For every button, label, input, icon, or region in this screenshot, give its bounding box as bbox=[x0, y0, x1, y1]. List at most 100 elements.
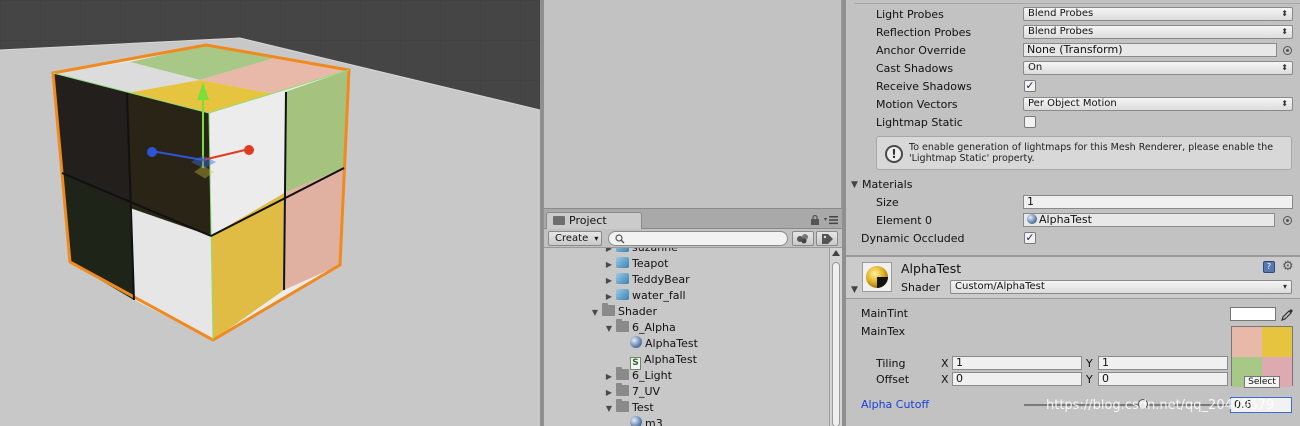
tiling-y-field[interactable]: 1 bbox=[1098, 356, 1228, 370]
offset-y-field[interactable]: 0 bbox=[1098, 372, 1228, 386]
tiling-x-label: X bbox=[941, 357, 949, 370]
help-text: To enable generation of lightmaps for th… bbox=[909, 142, 1274, 164]
element0-label: Element 0 bbox=[876, 214, 933, 227]
dropdown-arrows-icon: ⬍ bbox=[1281, 27, 1288, 36]
tiling-x-field[interactable]: 1 bbox=[952, 356, 1082, 370]
project-panel: Project Create ▾ ▶ ▶ Teapot ▶ TeddyBear … bbox=[544, 208, 842, 426]
filter-by-label-button[interactable] bbox=[816, 231, 838, 246]
alpha-cutoff-label: Alpha Cutoff bbox=[861, 398, 930, 411]
material-foldout-icon[interactable]: ▼ bbox=[851, 285, 858, 295]
object-picker-icon[interactable] bbox=[1283, 216, 1292, 225]
folder-icon bbox=[553, 216, 565, 225]
tree-item[interactable]: S AlphaTest bbox=[618, 352, 697, 370]
folder-icon bbox=[616, 399, 629, 412]
tree-item[interactable]: ▶suzanne bbox=[604, 248, 678, 256]
reflection-probes-value: Blend Probes bbox=[1028, 26, 1094, 37]
tiling-label: Tiling bbox=[876, 357, 906, 370]
lock-icon[interactable] bbox=[810, 215, 820, 225]
expand-arrow-icon[interactable]: ▶ bbox=[604, 273, 614, 289]
dynamic-occluded-checkbox[interactable]: ✓ bbox=[1024, 232, 1036, 244]
materials-foldout-icon[interactable]: ▼ bbox=[851, 180, 858, 190]
search-input[interactable] bbox=[608, 231, 788, 246]
lighting-section-header[interactable] bbox=[854, 0, 1300, 4]
tree-item[interactable]: m3 bbox=[618, 416, 663, 426]
tab-project-label: Project bbox=[569, 214, 607, 227]
element0-value: AlphaTest bbox=[1039, 213, 1092, 226]
offset-y-label: Y bbox=[1086, 373, 1093, 386]
create-dropdown-button[interactable]: Create ▾ bbox=[548, 231, 602, 246]
tree-item[interactable]: ▶ 7_UV bbox=[604, 383, 660, 401]
reflection-probes-label: Reflection Probes bbox=[876, 26, 972, 39]
tab-project[interactable]: Project bbox=[546, 212, 642, 229]
dropdown-arrows-icon: ⬍ bbox=[1281, 9, 1288, 18]
project-tree[interactable]: ▶suzanne ▶Teapot ▶TeddyBear ▶water_fall … bbox=[544, 248, 828, 426]
lightmap-static-checkbox[interactable] bbox=[1024, 116, 1036, 128]
filter-by-type-button[interactable] bbox=[792, 231, 814, 246]
folder-icon bbox=[616, 367, 629, 380]
cast-shadows-dropdown[interactable]: On ⬍ bbox=[1023, 61, 1293, 75]
expand-arrow-icon[interactable]: ▶ bbox=[604, 369, 614, 385]
shader-dropdown[interactable]: Custom/AlphaTest ▾ bbox=[950, 280, 1292, 294]
materials-header[interactable]: Materials bbox=[862, 178, 912, 191]
reflection-probes-dropdown[interactable]: Blend Probes ⬍ bbox=[1023, 25, 1293, 39]
anchor-override-label: Anchor Override bbox=[876, 44, 966, 57]
project-tabbar: Project bbox=[544, 209, 842, 229]
dropdown-arrows-icon: ⬍ bbox=[1281, 63, 1288, 72]
tree-item[interactable]: ▶ TeddyBear bbox=[604, 272, 690, 288]
tree-item[interactable]: ▼ 6_Alpha bbox=[604, 319, 676, 337]
expand-arrow-icon[interactable]: ▶ bbox=[604, 385, 614, 401]
offset-x-field[interactable]: 0 bbox=[952, 372, 1082, 386]
expand-arrow-icon[interactable]: ▼ bbox=[590, 305, 600, 321]
light-probes-value: Blend Probes bbox=[1028, 8, 1094, 19]
tree-item[interactable]: AlphaTest bbox=[618, 336, 698, 352]
tree-item-label: AlphaTest bbox=[645, 337, 698, 350]
size-field[interactable]: 1 bbox=[1023, 195, 1293, 209]
scroll-up-icon[interactable] bbox=[832, 250, 840, 256]
size-label: Size bbox=[876, 196, 899, 209]
texture-select-button[interactable]: Select bbox=[1244, 376, 1280, 388]
expand-arrow-icon[interactable]: ▶ bbox=[604, 257, 614, 273]
tree-item-label: AlphaTest bbox=[644, 353, 697, 366]
mesh-icon bbox=[616, 257, 629, 268]
tree-item-label: Shader bbox=[618, 305, 657, 318]
help-book-icon[interactable]: ? bbox=[1263, 261, 1275, 273]
main-tint-color-field[interactable] bbox=[1230, 307, 1276, 321]
inspector-panel: Light Probes Blend Probes ⬍ Reflection Pr… bbox=[846, 0, 1300, 426]
light-probes-dropdown[interactable]: Blend Probes ⬍ bbox=[1023, 7, 1293, 21]
lightmap-static-label: Lightmap Static bbox=[876, 116, 963, 129]
tree-item[interactable]: ▶ 6_Light bbox=[604, 367, 672, 385]
material-sphere-icon bbox=[866, 266, 888, 288]
expand-arrow-icon[interactable]: ▼ bbox=[604, 401, 614, 417]
scene-canvas[interactable] bbox=[0, 0, 540, 426]
info-icon: ! bbox=[885, 145, 903, 163]
shader-label: Shader bbox=[901, 281, 940, 294]
gear-icon[interactable]: ⚙ bbox=[1282, 260, 1296, 274]
material-name: AlphaTest bbox=[901, 261, 962, 276]
tree-item[interactable]: ▼ Test bbox=[604, 399, 654, 417]
folder-icon bbox=[616, 383, 629, 396]
eyedropper-icon[interactable] bbox=[1280, 306, 1294, 322]
motion-vectors-dropdown[interactable]: Per Object Motion ⬍ bbox=[1023, 97, 1293, 111]
receive-shadows-checkbox[interactable]: ✓ bbox=[1024, 80, 1036, 92]
tree-item[interactable]: ▶ Teapot bbox=[604, 256, 668, 272]
tree-item-label: 6_Light bbox=[632, 369, 672, 382]
tree-item-label: m3 bbox=[645, 417, 663, 426]
tree-item-label: Test bbox=[632, 401, 654, 414]
scene-view[interactable] bbox=[0, 0, 540, 426]
texture-preview-quadrant bbox=[1232, 327, 1262, 357]
tree-item[interactable]: ▼ Shader bbox=[590, 303, 657, 321]
object-picker-icon[interactable] bbox=[1283, 46, 1292, 55]
scrollbar-thumb[interactable] bbox=[832, 262, 840, 426]
shader-value: Custom/AlphaTest bbox=[955, 281, 1045, 292]
tree-item[interactable]: ▶ water_fall bbox=[604, 288, 686, 304]
anchor-override-field[interactable]: None (Transform) bbox=[1023, 43, 1277, 57]
project-scrollbar[interactable] bbox=[829, 248, 842, 426]
dropdown-arrows-icon: ⬍ bbox=[1281, 99, 1288, 108]
receive-shadows-label: Receive Shadows bbox=[876, 80, 972, 93]
watermark: https://blog.csdn.net/qq_20479679 bbox=[1046, 398, 1275, 413]
panel-menu-icon[interactable] bbox=[824, 215, 838, 225]
texture-preview-quadrant bbox=[1262, 327, 1292, 357]
main-tex-label: MainTex bbox=[861, 325, 906, 338]
expand-arrow-icon[interactable]: ▼ bbox=[604, 321, 614, 337]
element0-field[interactable]: AlphaTest bbox=[1023, 213, 1275, 227]
